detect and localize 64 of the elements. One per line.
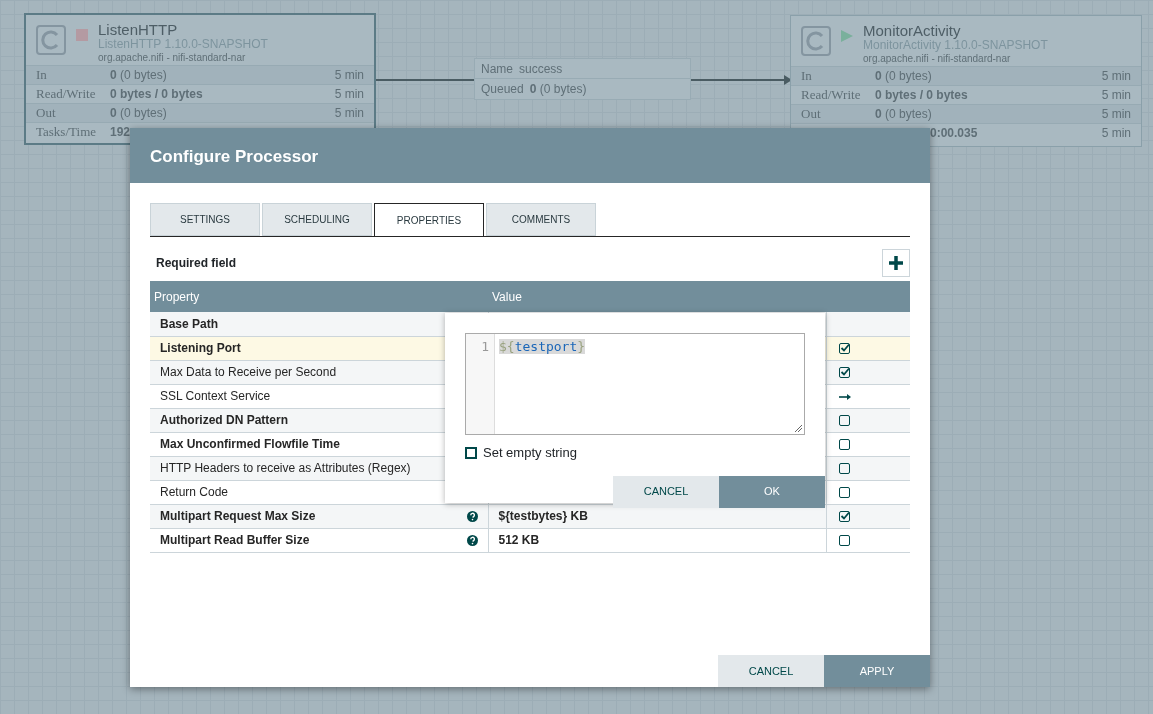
property-name: Max Data to Receive per Second [160,364,337,381]
stat-value: 0:00.035 [930,126,978,140]
property-value[interactable]: ${testbytes} KB [498,509,588,523]
queued-value: 0 (0 bytes) [529,80,587,98]
code-editor[interactable]: 1 ${testport} [465,333,805,435]
column-header: Property [150,281,488,312]
connection-name: success [519,60,563,78]
property-name: SSL Context Service [160,388,271,405]
bundle-name: org.apache.nifi - nifi-standard-nar [98,52,247,64]
property-name: Base Path [160,315,219,333]
stat-window: 5 min [334,66,364,84]
help-icon[interactable] [466,534,478,546]
dialog-title: Configure Processor [130,128,930,183]
stat-value: 0 (0 bytes) [110,106,167,120]
checkbox[interactable] [465,446,477,459]
property-name: Return Code [160,484,229,501]
column-header: Value [488,281,826,312]
stat-value: 0 (0 bytes) [875,107,932,121]
stat-window: 5 min [334,104,364,122]
checkbox-label: Set empty string [483,444,577,462]
stat-label: Read/Write [36,86,96,102]
stat-label: Out [801,106,821,122]
resize-handle[interactable] [794,424,802,432]
dialog-button[interactable]: CANCEL [718,655,824,687]
stat-value: 0 (0 bytes) [110,68,167,82]
stat-label: In [801,68,812,84]
editor-button[interactable]: CANCEL [613,475,719,508]
stat-label: Tasks/Time [36,124,96,140]
property-name: Max Unconfirmed Flowfile Time [160,436,340,453]
tab[interactable]: SETTINGS [150,203,260,236]
bundle-name: org.apache.nifi - nifi-standard-nar [863,53,1012,65]
add-button[interactable] [882,249,910,277]
field-label: Name [481,60,513,78]
stat-value: 0 bytes / 0 bytes [875,88,968,102]
stat-label: In [36,67,47,83]
stat-window: 5 min [334,85,364,103]
field-label: Queued [481,80,524,98]
stat-window: 5 min [1101,67,1131,85]
tab[interactable]: SCHEDULING [262,203,372,236]
stat-value: 0 (0 bytes) [875,69,932,83]
property-name: Authorized DN Pattern [160,412,288,429]
stat-window: 5 min [1101,124,1131,142]
stat-value: 192 [110,125,131,139]
stat-window: 5 min [1101,86,1131,104]
property-name: Multipart Request Max Size [160,508,316,525]
tab[interactable]: PROPERTIES [374,203,484,236]
code-text: ${testport} [499,339,586,354]
help-icon[interactable] [466,510,478,522]
add-icon [889,256,903,270]
processor-icon [801,26,831,56]
processor-icon [36,25,66,55]
tab[interactable]: COMMENTS [486,203,596,236]
stat-value: 0 bytes / 0 bytes [110,87,203,101]
stat-window: 5 min [1101,105,1131,123]
property-name: HTTP Headers to receive as Attributes (Regex) [160,460,411,477]
required-label: Required field [156,255,236,272]
stat-label: Out [36,105,56,121]
property-name: Listening Port [160,340,241,357]
property-value[interactable]: 512 KB [498,533,540,547]
line-number: 1 [481,339,489,354]
property-name: Multipart Read Buffer Size [160,532,310,549]
processor-name: MonitorActivity [863,22,961,40]
stat-label: Read/Write [801,87,861,103]
processor-name: ListenHTTP [98,21,179,39]
